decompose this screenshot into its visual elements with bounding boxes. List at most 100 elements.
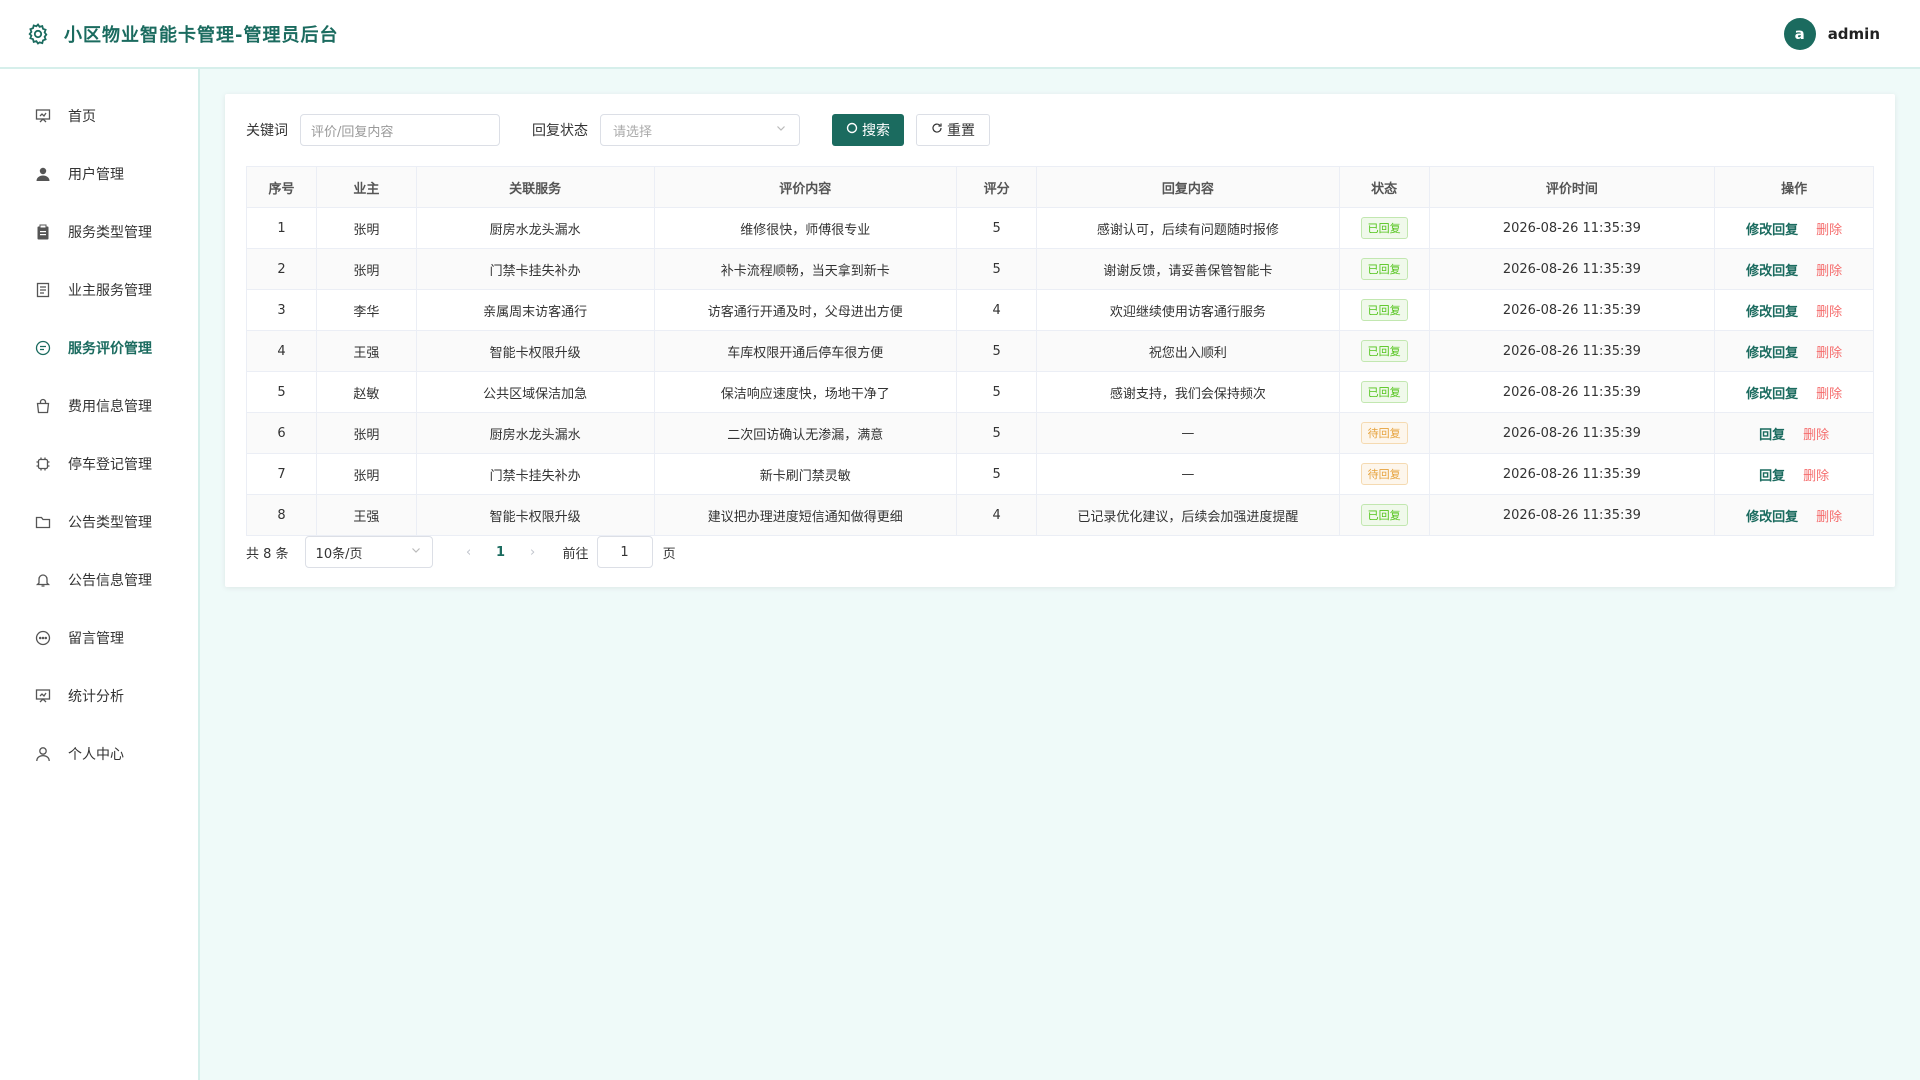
avatar[interactable]: a [1783, 17, 1816, 50]
status-cell: 待回复 [1340, 454, 1430, 494]
sidebar-item-label: 留言管理 [68, 631, 124, 647]
chevron-down-icon [410, 544, 422, 560]
reset-button[interactable]: 重置 [916, 114, 990, 146]
column-header: 操作 [1781, 181, 1808, 197]
owner-cell: 张明 [317, 208, 417, 248]
sidebar-item-fees[interactable]: 费用信息管理 [0, 377, 198, 435]
gear-icon [26, 22, 50, 46]
status-cell: 已回复 [1340, 208, 1430, 248]
search-button-label: 搜索 [862, 123, 890, 139]
row-index: 2 [247, 249, 317, 289]
sidebar-item-owner-services[interactable]: 业主服务管理 [0, 261, 198, 319]
comment-cell: 访客通行开通及时，父母进出方便 [655, 290, 958, 330]
chart-board-icon [34, 687, 52, 705]
sidebar-item-users[interactable]: 用户管理 [0, 145, 198, 203]
delete-button[interactable]: 删除 [1816, 219, 1842, 238]
edit-reply-button[interactable]: 修改回复 [1746, 301, 1798, 320]
score-cell: 4 [957, 290, 1038, 330]
column-header: 评分 [957, 167, 1038, 207]
folder-icon [34, 513, 52, 531]
sidebar-item-label: 首页 [68, 109, 96, 125]
score-cell: 5 [957, 372, 1038, 412]
reply-cell: 欢迎继续使用访客通行服务 [1037, 290, 1340, 330]
document-icon [34, 281, 52, 299]
total-count: 共 8 条 [246, 546, 289, 562]
reply-cell: 已记录优化建议，后续会加强进度提醒 [1037, 495, 1340, 535]
chip-icon [34, 455, 52, 473]
brand: 小区物业智能卡管理-管理员后台 [26, 21, 338, 47]
edit-reply-button[interactable]: 修改回复 [1746, 383, 1798, 402]
actions-cell: 修改回复 删除 [1715, 372, 1873, 412]
app-title: 小区物业智能卡管理-管理员后台 [64, 24, 339, 46]
status-cell: 已回复 [1340, 290, 1430, 330]
status-cell: 已回复 [1340, 249, 1430, 289]
username[interactable]: admin [1828, 25, 1880, 43]
status-badge: 已回复 [1360, 381, 1408, 403]
sidebar-item-service-reviews[interactable]: 服务评价管理 [0, 319, 198, 377]
owner-cell: 张明 [317, 249, 417, 289]
next-page-button[interactable]: › [517, 545, 549, 560]
status-badge: 已回复 [1360, 340, 1408, 362]
column-header: 评价时间 [1430, 167, 1716, 207]
row-index: 6 [247, 413, 317, 453]
edit-reply-button[interactable]: 修改回复 [1746, 219, 1798, 238]
edit-reply-button[interactable]: 修改回复 [1746, 260, 1798, 279]
comment-cell: 车库权限开通后停车很方便 [655, 331, 958, 371]
sidebar-item-home[interactable]: 首页 [0, 87, 198, 145]
sidebar-item-messages[interactable]: 留言管理 [0, 609, 198, 667]
sidebar-item-label: 用户管理 [68, 167, 124, 183]
delete-button[interactable]: 删除 [1803, 424, 1829, 443]
status-cell: 已回复 [1340, 372, 1430, 412]
table-header: 序号 业主 关联服务 评价内容 评分 回复内容 状态 评价时间 操作 [247, 167, 1873, 207]
comment-cell: 新卡刷门禁灵敏 [655, 454, 958, 494]
sidebar-item-notice-types[interactable]: 公告类型管理 [0, 493, 198, 551]
reset-button-label: 重置 [947, 123, 975, 139]
service-cell: 门禁卡挂失补办 [417, 249, 655, 289]
table-row: 5 赵敏 公共区域保洁加急 保洁响应速度快，场地干净了 5 感谢支持，我们会保持频次 已回复… [247, 371, 1873, 412]
sidebar-item-notices[interactable]: 公告信息管理 [0, 551, 198, 609]
actions-cell: 修改回复 删除 [1715, 495, 1873, 535]
reply-cell: — [1037, 454, 1340, 494]
keyword-label: 关键词 [246, 123, 288, 139]
sidebar-item-profile[interactable]: 个人中心 [0, 725, 198, 783]
delete-button[interactable]: 删除 [1816, 301, 1842, 320]
time-cell: 2026-08-26 11:35:39 [1430, 331, 1716, 371]
status-select[interactable]: 请选择 [600, 114, 800, 146]
sidebar-item-statistics[interactable]: 统计分析 [0, 667, 198, 725]
actions-cell: 修改回复 删除 [1715, 249, 1873, 289]
reply-cell: — [1037, 413, 1340, 453]
edit-reply-button[interactable]: 修改回复 [1746, 342, 1798, 361]
row-index: 1 [247, 208, 317, 248]
delete-button[interactable]: 删除 [1816, 506, 1842, 525]
edit-reply-button[interactable]: 修改回复 [1746, 506, 1798, 525]
actions-cell: 修改回复 删除 [1715, 290, 1873, 330]
keyword-input[interactable]: 评价/回复内容 [300, 114, 500, 146]
score-cell: 5 [957, 331, 1038, 371]
time-cell: 2026-08-26 11:35:39 [1430, 413, 1716, 453]
delete-button[interactable]: 删除 [1816, 342, 1842, 361]
delete-button[interactable]: 删除 [1803, 465, 1829, 484]
prev-page-button[interactable]: ‹ [453, 545, 485, 560]
reply-button[interactable]: 回复 [1759, 424, 1785, 443]
table-row: 2 张明 门禁卡挂失补办 补卡流程顺畅，当天拿到新卡 5 谢谢反馈，请妥善保管智能卡 已回复… [247, 248, 1873, 289]
page-size-select[interactable]: 10条/页 [304, 536, 433, 568]
time-cell: 2026-08-26 11:35:39 [1430, 249, 1716, 289]
user-menu[interactable]: a admin [1783, 17, 1894, 50]
table-row: 6 张明 厨房水龙头漏水 二次回访确认无渗漏，满意 5— 待回复 2026-08-26 11… [247, 412, 1873, 453]
actions-cell: 修改回复 删除 [1715, 208, 1873, 248]
status-placeholder: 请选择 [613, 124, 653, 140]
delete-button[interactable]: 删除 [1816, 383, 1842, 402]
score-cell: 5 [957, 413, 1038, 453]
sidebar-item-parking[interactable]: 停车登记管理 [0, 435, 198, 493]
row-index: 5 [247, 372, 317, 412]
sidebar-item-label: 服务评价管理 [68, 341, 152, 357]
reply-cell: 感谢认可，后续有问题随时报修 [1037, 208, 1340, 248]
table-row: 4 王强 智能卡权限升级 车库权限开通后停车很方便 5 祝您出入顺利 已回复 2026-08-… [247, 330, 1873, 371]
delete-button[interactable]: 删除 [1816, 260, 1842, 279]
search-button[interactable]: 搜索 [832, 114, 904, 146]
goto-page-input[interactable]: 1 [596, 536, 653, 568]
page-number[interactable]: 1 [485, 545, 517, 560]
comment-cell: 保洁响应速度快，场地干净了 [655, 372, 958, 412]
reply-button[interactable]: 回复 [1759, 465, 1785, 484]
sidebar-item-service-types[interactable]: 服务类型管理 [0, 203, 198, 261]
